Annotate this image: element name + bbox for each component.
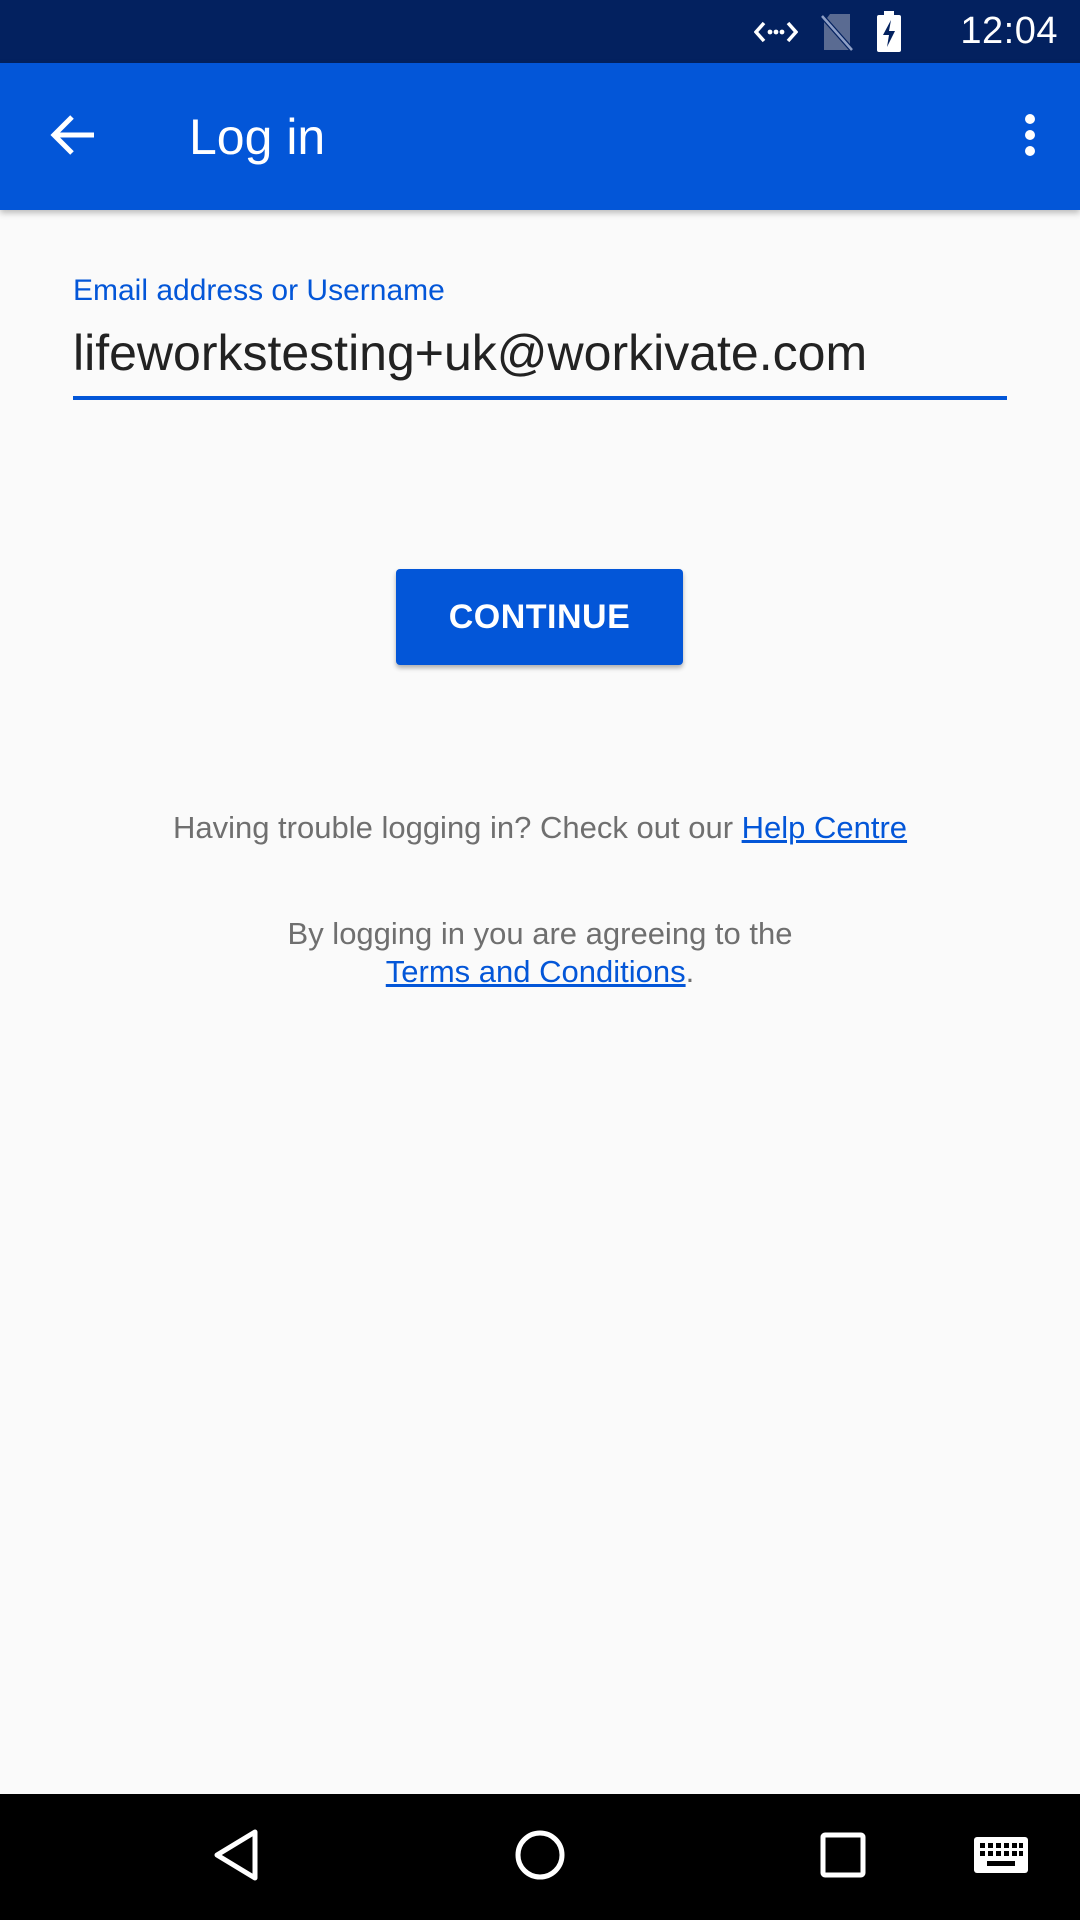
status-bar: 12:04 [0,0,1080,63]
email-field: Email address or Username [73,270,1007,400]
help-text-prefix: Having trouble logging in? Check out our [172,810,742,845]
nav-home-button[interactable] [495,1817,585,1897]
status-time: 12:04 [960,10,1058,52]
terms-text-line: By logging in you are agreeing to the [287,916,793,951]
terms-suffix: . [685,954,695,989]
data-transfer-icon [754,17,798,47]
email-input[interactable] [73,320,1007,400]
email-field-label: Email address or Username [73,274,445,307]
arrow-back-icon [50,113,98,162]
nav-back-button[interactable] [191,1817,281,1897]
no-sim-icon [820,12,854,52]
terms-and-conditions-link[interactable]: Terms and Conditions [386,954,686,989]
back-triangle-icon [211,1828,261,1887]
back-button[interactable] [34,101,114,173]
overflow-menu-button[interactable] [994,101,1066,173]
battery-charging-icon [876,11,902,53]
navigation-bar [0,1794,1080,1920]
recents-square-icon [819,1831,867,1884]
help-text: Having trouble logging in? Check out our… [0,808,1080,848]
continue-button[interactable]: CONTINUE [396,569,683,665]
nav-keyboard-button[interactable] [956,1817,1046,1897]
more-vert-icon [1023,113,1037,162]
nav-recents-button[interactable] [798,1817,888,1897]
help-centre-link[interactable]: Help Centre [742,810,907,845]
status-icons [754,11,902,53]
page-title: Log in [189,109,326,165]
app-bar: Log in [0,63,1080,210]
home-circle-icon [513,1828,567,1887]
keyboard-icon [973,1836,1029,1879]
terms-text: By logging in you are agreeing to the Te… [0,915,1080,991]
